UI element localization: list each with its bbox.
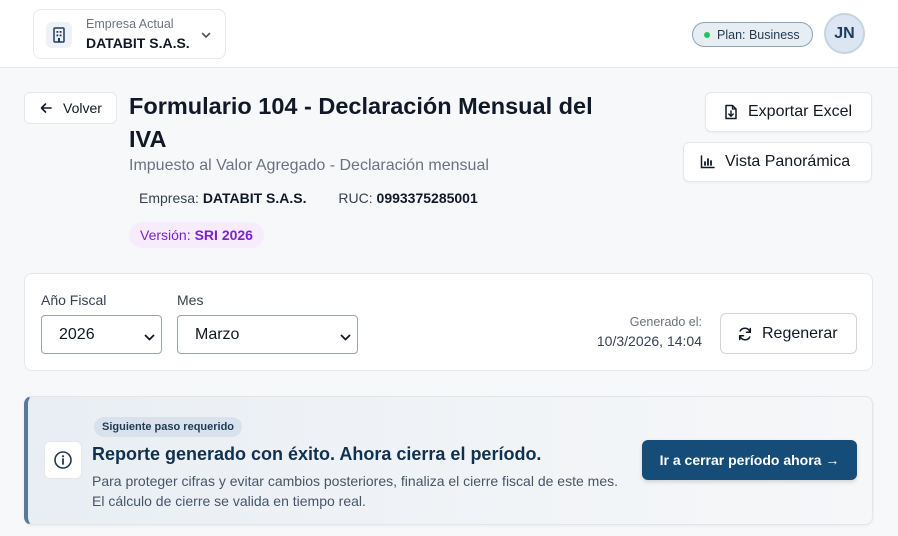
top-bar: Empresa Actual DATABIT S.A.S. Plan: Busi… <box>0 0 898 68</box>
page-title: Formulario 104 - Declaración Mensual del… <box>129 93 593 152</box>
year-label: Año Fiscal <box>41 292 107 308</box>
panorama-label: Vista Panorámica <box>725 153 851 170</box>
next-step-notice: Siguiente paso requerido Reporte generad… <box>24 396 873 525</box>
year-select[interactable]: 2026 <box>41 315 162 354</box>
company-name: DATABIT S.A.S. <box>86 35 190 51</box>
building-icon <box>46 22 72 48</box>
regenerate-button[interactable]: Regenerar <box>720 313 857 354</box>
month-select[interactable]: Marzo <box>177 315 358 354</box>
filter-card: Año Fiscal 2026 Mes Marzo Generado el: 1… <box>24 273 873 371</box>
step-badge: Siguiente paso requerido <box>94 417 243 437</box>
close-period-button[interactable]: Ir a cerrar período ahora → <box>642 440 857 480</box>
export-label: Exportar Excel <box>748 103 853 120</box>
version-label: Versión: <box>140 227 191 243</box>
chevron-down-icon <box>144 330 155 348</box>
company-meta-label: Empresa: <box>139 190 199 206</box>
plan-label: Plan: Business <box>717 27 800 42</box>
ruc-value: 0993375285001 <box>376 190 478 206</box>
back-button[interactable]: Volver <box>24 92 117 124</box>
version-value: SRI 2026 <box>194 227 253 243</box>
status-dot-icon <box>704 31 710 38</box>
company-switcher[interactable]: Empresa Actual DATABIT S.A.S. <box>33 9 226 59</box>
back-label: Volver <box>63 100 102 116</box>
page-subtitle: Impuesto al Valor Agregado - Declaración… <box>129 157 489 174</box>
notice-title: Reporte generado con éxito. Ahora cierra… <box>92 444 542 464</box>
panorama-view-button[interactable]: Vista Panorámica <box>683 142 872 182</box>
bar-chart-icon <box>700 155 715 169</box>
year-value: 2026 <box>59 325 95 343</box>
avatar[interactable]: JN <box>824 13 865 54</box>
refresh-icon <box>738 326 752 341</box>
ruc-label: RUC: <box>338 190 373 206</box>
info-icon <box>44 441 82 479</box>
file-download-icon <box>725 104 737 120</box>
regenerate-label: Regenerar <box>762 324 838 342</box>
month-label: Mes <box>177 292 204 308</box>
generated-label: Generado el: <box>629 315 702 329</box>
month-value: Marzo <box>195 325 240 343</box>
arrow-left-icon <box>40 103 52 113</box>
generated-value: 10/3/2026, 14:04 <box>596 333 702 349</box>
version-badge: Versión: SRI 2026 <box>129 222 264 248</box>
chevron-down-icon <box>200 28 212 46</box>
notice-text: Para proteger cifras y evitar cambios po… <box>92 473 618 509</box>
company-meta: Empresa: DATABIT S.A.S. RUC: 09933752850… <box>139 190 478 206</box>
chevron-down-icon <box>340 330 351 348</box>
plan-badge: Plan: Business <box>692 22 813 47</box>
company-caption: Empresa Actual <box>86 17 174 31</box>
company-meta-value: DATABIT S.A.S. <box>202 190 307 206</box>
export-excel-button[interactable]: Exportar Excel <box>705 92 872 132</box>
